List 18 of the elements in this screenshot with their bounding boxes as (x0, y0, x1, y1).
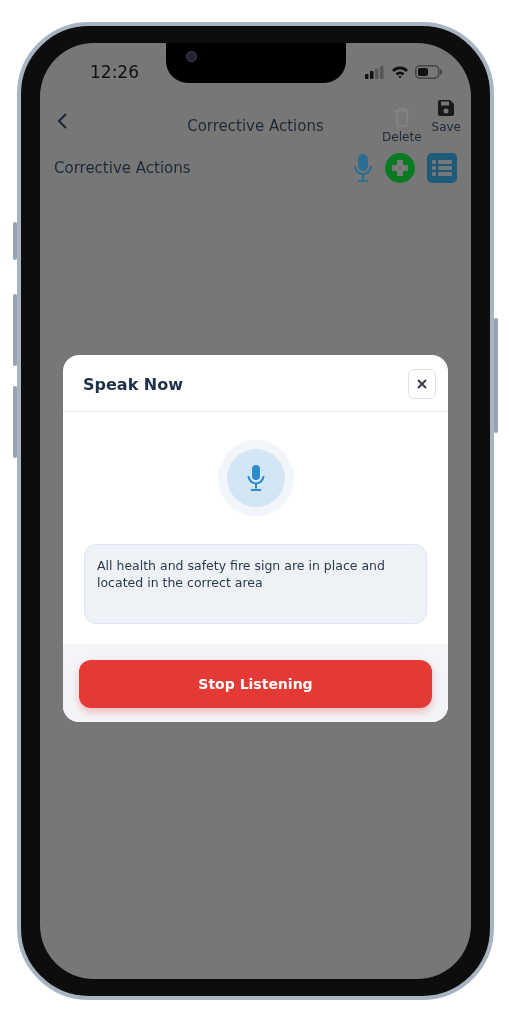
battery-icon (415, 65, 443, 79)
wifi-icon (391, 65, 409, 79)
dialog-title: Speak Now (83, 374, 183, 394)
signal-icon (365, 65, 385, 79)
microphone-button[interactable] (353, 153, 373, 183)
stop-listening-button[interactable]: Stop Listening (79, 660, 432, 708)
camera-icon (186, 51, 197, 62)
close-button[interactable] (408, 369, 436, 399)
transcript-field[interactable]: All health and safety fire sign are in place and located in the correct area (84, 544, 427, 624)
save-button[interactable]: Save (431, 98, 461, 144)
microphone-icon (245, 464, 266, 492)
list-button[interactable] (427, 153, 457, 183)
page-title: Corrective Actions (187, 117, 324, 135)
status-time: 12:26 (90, 62, 139, 82)
back-button[interactable] (56, 112, 68, 130)
section-title: Corrective Actions (54, 159, 191, 177)
add-button[interactable] (385, 153, 415, 183)
close-icon (417, 379, 427, 389)
